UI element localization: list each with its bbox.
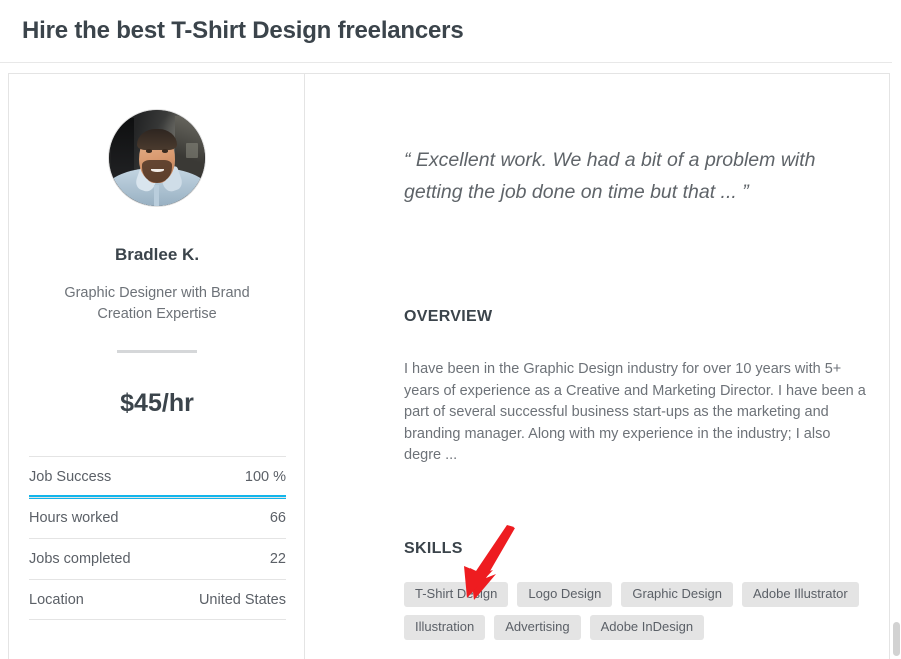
avatar-photo [109, 110, 205, 206]
page-root: Hire the best T-Shirt Design freelancers [0, 0, 901, 659]
stat-value: 22 [269, 551, 286, 567]
stat-value: 66 [269, 510, 286, 526]
skill-tag[interactable]: Adobe InDesign [589, 615, 705, 640]
profile-details-panel: “ Excellent work. We had a bit of a prob… [306, 74, 890, 659]
vertical-scrollbar[interactable] [892, 0, 901, 659]
avatar-background-shelf [185, 142, 199, 158]
profile-stats-table: Job Success 100 % Hours worked 66 Jobs c… [29, 456, 286, 620]
table-row: Hours worked 66 [29, 497, 286, 538]
stat-label: Job Success [29, 469, 112, 485]
table-row: Jobs completed 22 [29, 538, 286, 579]
overview-text: I have been in the Graphic Design indust… [404, 361, 866, 463]
skills-tag-list: T-Shirt Design Logo Design Graphic Desig… [404, 582, 874, 640]
skill-tag[interactable]: T-Shirt Design [404, 582, 509, 607]
freelancer-profile-card[interactable]: Bradlee K. Graphic Designer with Brand C… [8, 73, 890, 659]
stat-label: Hours worked [29, 510, 119, 526]
freelancer-name[interactable]: Bradlee K. [9, 245, 305, 265]
skill-tag[interactable]: Logo Design [517, 582, 613, 607]
avatar-hair [136, 129, 178, 151]
avatar-eye-right [161, 149, 168, 153]
skill-tag[interactable]: Illustration [404, 615, 486, 640]
page-title: Hire the best T-Shirt Design freelancers [22, 17, 464, 44]
skill-tag[interactable]: Advertising [494, 615, 581, 640]
client-feedback-quote: “ Excellent work. We had a bit of a prob… [404, 149, 816, 203]
avatar-eye-left [146, 149, 153, 153]
profile-summary-panel: Bradlee K. Graphic Designer with Brand C… [9, 74, 305, 659]
stat-value: United States [198, 591, 286, 608]
avatar-shirt-placket [154, 184, 159, 206]
skills-heading: SKILLS [404, 540, 463, 557]
table-row: Location United States [29, 579, 286, 620]
scrollbar-thumb[interactable] [893, 622, 900, 656]
stat-value: 100 % [244, 469, 286, 485]
overview-heading: OVERVIEW [404, 308, 493, 325]
table-row: Job Success 100 % [29, 456, 286, 499]
stat-label: Location [29, 591, 84, 608]
divider [117, 350, 197, 353]
avatar[interactable] [108, 109, 206, 207]
page-header: Hire the best T-Shirt Design freelancers [0, 0, 901, 63]
freelancer-tagline: Graphic Designer with Brand Creation Exp… [64, 285, 250, 322]
skill-tag[interactable]: Graphic Design [621, 582, 733, 607]
stat-label: Jobs completed [29, 551, 131, 567]
skill-tag[interactable]: Adobe Illustrator [741, 582, 859, 607]
hourly-rate: $45/hr [120, 389, 194, 417]
